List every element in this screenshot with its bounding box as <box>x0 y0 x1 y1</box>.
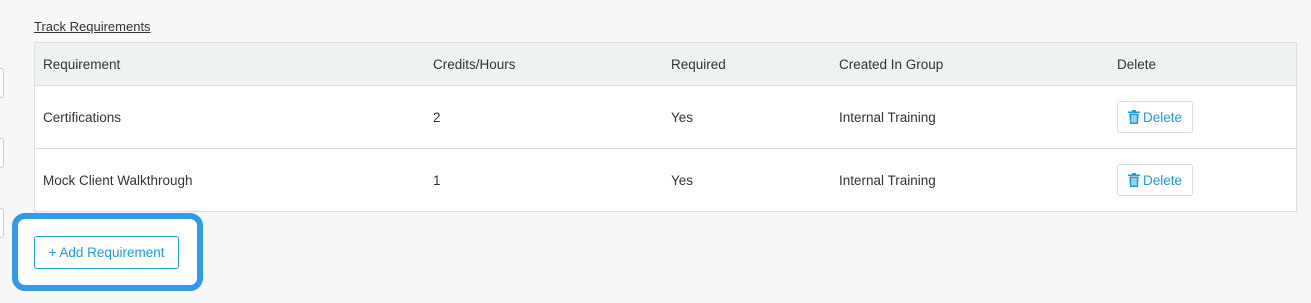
table-header-row: Requirement Credits/Hours Required Creat… <box>34 42 1297 86</box>
header-delete: Delete <box>1109 42 1297 86</box>
cell-required: Yes <box>663 148 831 212</box>
cell-credits: 2 <box>425 85 663 149</box>
section-title: Track Requirements <box>34 19 151 34</box>
edge-tab[interactable] <box>0 68 4 98</box>
header-created-in-group: Created In Group <box>831 42 1109 86</box>
trash-icon <box>1128 173 1140 187</box>
cell-delete: Delete <box>1109 148 1297 212</box>
cell-delete: Delete <box>1109 85 1297 149</box>
cell-required: Yes <box>663 85 831 149</box>
cell-group: Internal Training <box>831 148 1109 212</box>
delete-label: Delete <box>1143 172 1183 188</box>
cell-group: Internal Training <box>831 85 1109 149</box>
table-row: Mock Client Walkthrough 1 Yes Internal T… <box>34 148 1297 212</box>
add-requirement-button[interactable]: + Add Requirement <box>34 236 179 269</box>
header-requirement: Requirement <box>34 42 425 86</box>
table-row: Certifications 2 Yes Internal Training D… <box>34 85 1297 149</box>
cell-credits: 1 <box>425 148 663 212</box>
header-credits-hours: Credits/Hours <box>425 42 663 86</box>
edge-tab[interactable] <box>0 208 4 238</box>
delete-button[interactable]: Delete <box>1117 101 1194 133</box>
cell-requirement: Mock Client Walkthrough <box>34 148 425 212</box>
trash-icon <box>1128 110 1140 124</box>
delete-button[interactable]: Delete <box>1117 164 1194 196</box>
edge-tab[interactable] <box>0 138 4 168</box>
requirements-table: Requirement Credits/Hours Required Creat… <box>34 42 1297 212</box>
header-required: Required <box>663 42 831 86</box>
delete-label: Delete <box>1143 109 1183 125</box>
cell-requirement: Certifications <box>34 85 425 149</box>
